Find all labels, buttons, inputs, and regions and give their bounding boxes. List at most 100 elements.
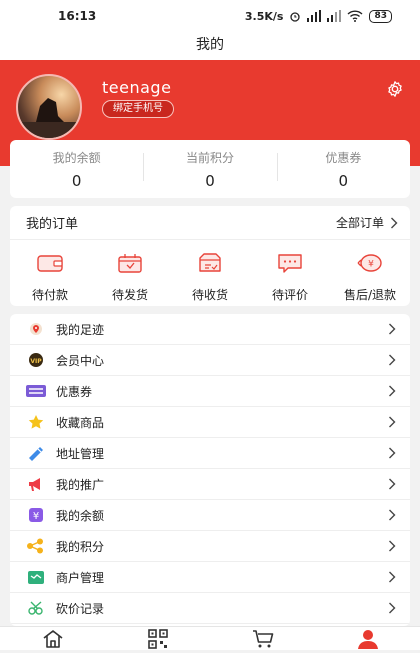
refund-icon: ¥ <box>357 254 382 272</box>
battery-indicator: 83 <box>369 9 392 23</box>
svg-text:¥: ¥ <box>33 511 39 522</box>
favorite-star-icon <box>26 414 46 430</box>
footprint-icon <box>26 321 46 337</box>
menu-item-vip-center[interactable]: VIP 会员中心 <box>10 345 410 376</box>
order-status-tabs: 待付款 待发货 待收货 待评价 ¥ 售后/退款 <box>10 240 410 303</box>
orders-card: 我的订单 全部订单 待付款 待发货 待收货 待评价 ¥ 售后/退款 <box>10 206 410 306</box>
network-speed: 3.5K/s <box>244 9 284 23</box>
orders-title: 我的订单 <box>26 217 79 232</box>
menu-item-coupons[interactable]: 优惠券 <box>10 376 410 407</box>
vip-icon: VIP <box>26 352 46 368</box>
menu-item-merchant[interactable]: 商户管理 <box>10 562 410 593</box>
order-tab-after-sales[interactable]: ¥ 售后/退款 <box>330 252 410 303</box>
package-icon <box>118 254 142 273</box>
bottom-tab-bar <box>0 626 420 650</box>
svg-text:VIP: VIP <box>30 358 42 365</box>
chevron-right-icon <box>389 478 396 490</box>
status-bar: 16:13 3.5K/s 83 <box>0 0 420 32</box>
points-icon <box>26 538 46 554</box>
menu-item-label: 会员中心 <box>56 353 105 368</box>
stat-value: 0 <box>338 171 349 190</box>
menu-item-label: 优惠券 <box>56 384 93 399</box>
order-tab-label: 售后/退款 <box>343 288 397 302</box>
comment-icon <box>278 254 302 273</box>
order-tab-label: 待付款 <box>31 288 68 302</box>
svg-text:¥: ¥ <box>368 260 374 270</box>
chevron-right-icon <box>389 447 396 459</box>
order-tab-pending-receipt[interactable]: 待收货 <box>170 252 250 303</box>
avatar[interactable] <box>16 74 82 140</box>
stat-balance[interactable]: 我的余额 0 <box>10 149 143 190</box>
username: teenage <box>102 78 172 97</box>
all-orders-link[interactable]: 全部订单 <box>336 214 398 231</box>
status-time: 16:13 <box>58 9 97 23</box>
feature-menu-list: 我的足迹 VIP 会员中心 优惠券 收藏商品 地址管理 我的推广 ¥ 我的余额 … <box>10 314 410 626</box>
menu-item-points[interactable]: 我的积分 <box>10 531 410 562</box>
home-icon <box>43 630 62 648</box>
stat-coupons[interactable]: 优惠券 0 <box>276 149 410 190</box>
menu-item-label: 地址管理 <box>56 446 105 461</box>
promotion-icon <box>26 476 46 492</box>
tab-scan[interactable] <box>128 629 188 653</box>
merchant-icon <box>26 569 46 585</box>
chevron-right-icon <box>389 540 396 552</box>
stat-label: 当前积分 <box>185 150 234 165</box>
menu-item-label: 商户管理 <box>56 570 105 585</box>
wifi-icon <box>347 10 363 22</box>
bind-phone-button[interactable]: 绑定手机号 <box>102 100 174 118</box>
chevron-right-icon <box>389 323 396 335</box>
coupon-icon <box>26 383 46 399</box>
stat-label: 我的余额 <box>52 150 101 165</box>
wallet-icon <box>37 255 63 272</box>
all-orders-label: 全部订单 <box>335 216 384 230</box>
stat-value: 0 <box>71 171 82 190</box>
cart-icon <box>252 630 273 648</box>
chevron-right-icon <box>389 571 396 583</box>
user-icon <box>357 630 378 649</box>
menu-item-balance[interactable]: ¥ 我的余额 <box>10 500 410 531</box>
orders-header: 我的订单 全部订单 <box>10 206 410 240</box>
page-title: 我的 <box>0 32 420 60</box>
menu-item-footprint[interactable]: 我的足迹 <box>10 314 410 345</box>
chevron-right-icon <box>389 602 396 614</box>
tab-profile[interactable] <box>338 629 398 653</box>
order-tab-label: 待评价 <box>271 288 308 302</box>
menu-item-promotion[interactable]: 我的推广 <box>10 469 410 500</box>
order-tab-label: 待收货 <box>191 288 228 302</box>
receive-box-icon <box>199 253 221 272</box>
settings-gear-icon[interactable] <box>386 80 404 98</box>
order-tab-pending-payment[interactable]: 待付款 <box>10 252 90 303</box>
tab-home[interactable] <box>23 629 83 653</box>
status-indicators: 3.5K/s 83 <box>244 9 392 23</box>
menu-item-label: 我的推广 <box>56 477 105 492</box>
chevron-right-icon <box>391 217 398 228</box>
menu-item-label: 我的余额 <box>56 508 105 523</box>
order-tab-pending-shipment[interactable]: 待发货 <box>90 252 170 303</box>
account-stats-card: 我的余额 0 当前积分 0 优惠券 0 <box>10 140 410 198</box>
stat-points[interactable]: 当前积分 0 <box>143 149 276 190</box>
qr-code-icon <box>147 629 168 649</box>
stat-label: 优惠券 <box>325 150 362 165</box>
menu-item-favorites[interactable]: 收藏商品 <box>10 407 410 438</box>
bargain-icon <box>26 600 46 616</box>
chevron-right-icon <box>389 354 396 366</box>
menu-item-label: 砍价记录 <box>56 601 105 616</box>
chevron-right-icon <box>389 509 396 521</box>
order-tab-label: 待发货 <box>111 288 148 302</box>
stat-value: 0 <box>205 171 215 190</box>
signal-2-icon <box>327 10 342 22</box>
balance-yen-icon: ¥ <box>26 507 46 523</box>
tab-cart[interactable] <box>233 629 293 653</box>
menu-item-label: 我的足迹 <box>56 322 105 337</box>
avatar-image <box>18 98 80 138</box>
menu-item-bargain-records[interactable]: 砍价记录 <box>10 593 410 624</box>
menu-item-address[interactable]: 地址管理 <box>10 438 410 469</box>
signal-icon <box>307 10 322 22</box>
menu-item-label: 我的积分 <box>56 539 105 554</box>
address-icon <box>26 445 46 461</box>
chevron-right-icon <box>389 385 396 397</box>
menu-item-label: 收藏商品 <box>56 415 105 430</box>
order-tab-pending-review[interactable]: 待评价 <box>250 252 330 303</box>
alarm-icon <box>290 12 301 22</box>
chevron-right-icon <box>389 416 396 428</box>
